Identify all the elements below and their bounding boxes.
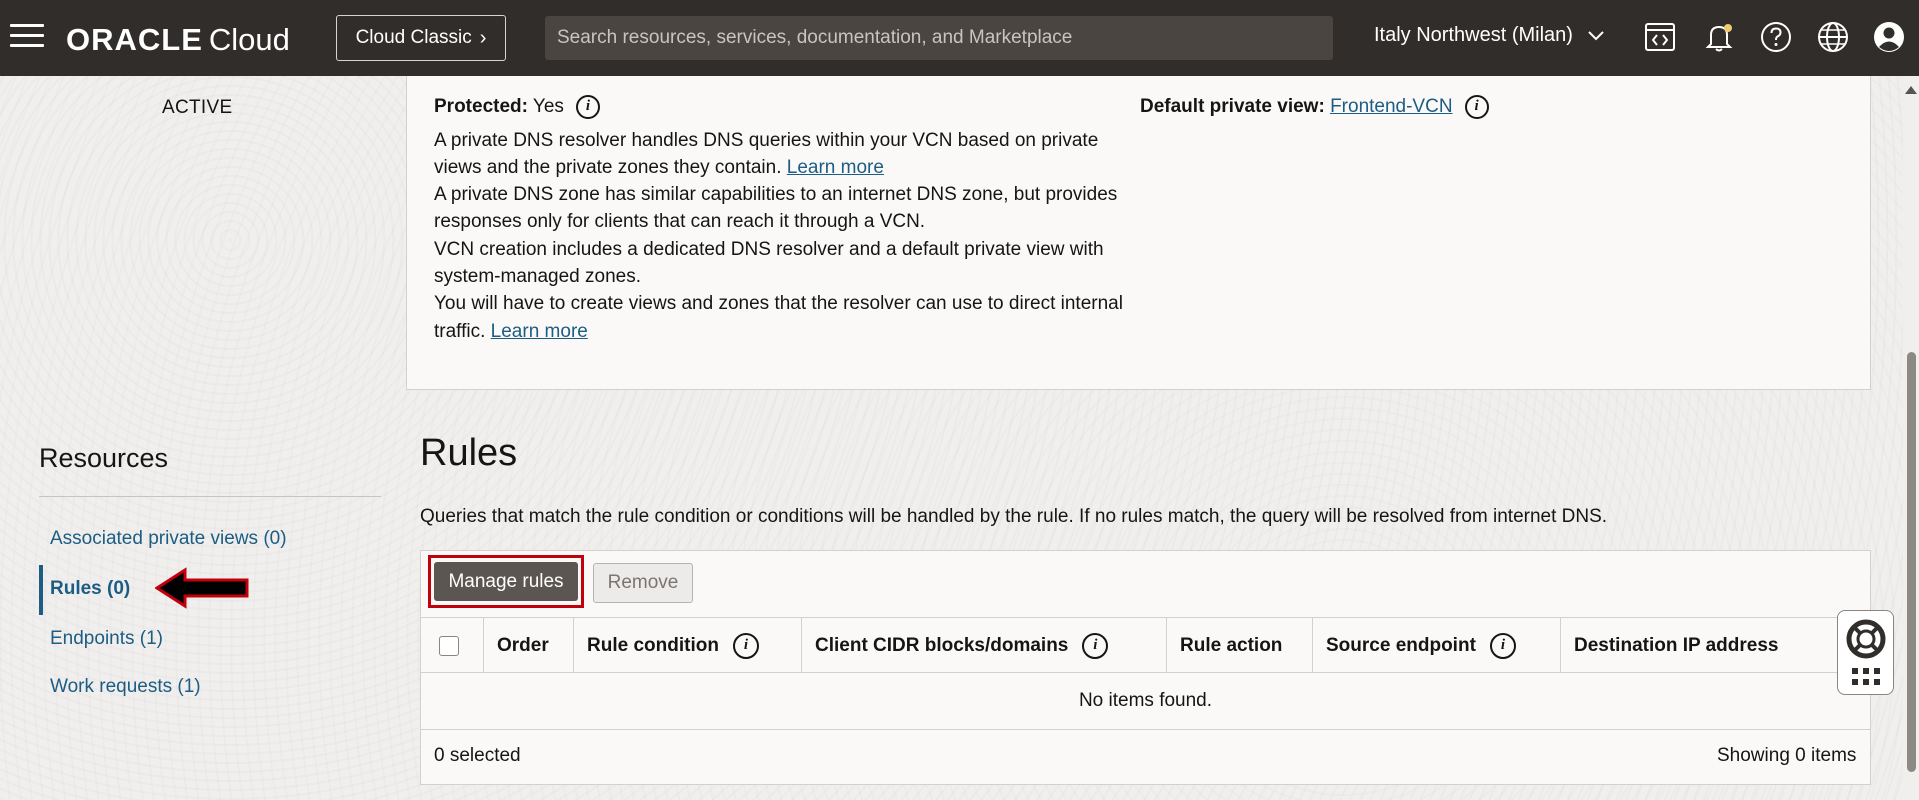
column-label: Order — [497, 634, 549, 656]
developer-tools-icon[interactable] — [1643, 20, 1677, 54]
top-navigation-bar: ORACLECloud Cloud Classic › Italy Northw… — [0, 0, 1919, 76]
notifications-bell-icon[interactable] — [1702, 20, 1736, 54]
default-view-info-icon[interactable]: i — [1464, 94, 1489, 119]
resource-link-rules[interactable]: Rules (0) — [50, 578, 130, 600]
column-header-order[interactable]: Order — [483, 618, 549, 673]
info-text-line: system-managed zones. — [434, 266, 641, 287]
column-header-rule-condition[interactable]: Rule condition i — [573, 618, 759, 673]
protected-value: Yes — [532, 96, 564, 117]
cloud-classic-button[interactable]: Cloud Classic › — [336, 15, 506, 61]
user-profile-avatar-icon[interactable] — [1872, 20, 1906, 54]
column-label: Destination IP address — [1574, 634, 1779, 656]
protected-info-icon[interactable]: i — [575, 94, 600, 119]
info-text-line: You will have to create views and zones … — [434, 293, 1123, 314]
protected-field: Protected: Yes i — [434, 93, 600, 120]
language-globe-icon[interactable] — [1816, 20, 1850, 54]
help-widget[interactable] — [1837, 610, 1894, 695]
help-question-icon[interactable] — [1759, 20, 1793, 54]
column-label: Client CIDR blocks/domains — [815, 634, 1069, 656]
default-view-link[interactable]: Frontend-VCN — [1330, 96, 1453, 117]
rule-condition-info-icon[interactable]: i — [732, 632, 759, 659]
info-text: views and the private zones they contain… — [434, 157, 782, 178]
column-header-source-endpoint[interactable]: Source endpoint i — [1312, 618, 1516, 673]
selected-count: 0 selected — [434, 745, 521, 766]
info-text-line: VCN creation includes a dedicated DNS re… — [434, 239, 1104, 260]
hamburger-menu-icon[interactable] — [10, 24, 44, 48]
column-label: Rule condition — [587, 634, 719, 656]
chevron-down-icon — [1587, 31, 1604, 41]
remove-button: Remove — [593, 563, 693, 603]
info-text-line: traffic. Learn more — [434, 318, 588, 345]
info-text-line: A private DNS resolver handles DNS queri… — [434, 130, 1099, 151]
info-text: traffic. — [434, 321, 486, 342]
oracle-cloud-logo[interactable]: ORACLE Cloud — [66, 22, 290, 58]
rules-description: Queries that match the rule condition or… — [420, 506, 1608, 527]
select-all-checkbox[interactable] — [439, 636, 459, 656]
cloud-classic-label: Cloud Classic — [355, 27, 472, 48]
default-view-label: Default private view: — [1140, 96, 1325, 117]
protected-label: Protected: — [434, 96, 528, 117]
resource-link-endpoints[interactable]: Endpoints (1) — [50, 628, 163, 650]
resource-link-associated-private-views[interactable]: Associated private views (0) — [50, 528, 287, 550]
column-label: Rule action — [1180, 634, 1283, 656]
resource-link-work-requests[interactable]: Work requests (1) — [50, 676, 201, 698]
brand-name: ORACLE — [66, 22, 203, 57]
source-endpoint-info-icon[interactable]: i — [1489, 632, 1516, 659]
default-private-view-field: Default private view: Frontend-VCN i — [1140, 93, 1489, 120]
column-header-client-cidr[interactable]: Client CIDR blocks/domains i — [801, 618, 1109, 673]
info-text-line: A private DNS zone has similar capabilit… — [434, 184, 1118, 205]
learn-more-link[interactable]: Learn more — [491, 321, 588, 342]
info-text-line: responses only for clients that can reac… — [434, 211, 926, 232]
info-text-line: views and the private zones they contain… — [434, 154, 884, 181]
region-selector[interactable]: Italy Northwest (Milan) — [1374, 24, 1605, 47]
resources-divider — [39, 496, 381, 497]
manage-rules-button[interactable]: Manage rules — [434, 562, 578, 601]
search-input[interactable] — [545, 16, 1333, 60]
client-cidr-info-icon[interactable]: i — [1082, 632, 1109, 659]
callout-arrow-icon — [155, 567, 249, 609]
resources-heading: Resources — [39, 443, 169, 473]
page-scrollbar-thumb[interactable] — [1907, 352, 1916, 772]
lifebuoy-icon — [1846, 619, 1886, 685]
column-header-destination-ip[interactable]: Destination IP address — [1560, 618, 1779, 673]
learn-more-link[interactable]: Learn more — [787, 157, 884, 178]
resolver-status: ACTIVE — [162, 97, 233, 118]
scroll-up-arrow-icon[interactable] — [1905, 86, 1917, 94]
active-item-indicator — [39, 565, 43, 615]
rules-table-header: Order Rule condition i Client CIDR blocks… — [420, 617, 1871, 673]
chevron-right-icon: › — [479, 26, 487, 49]
rules-heading: Rules — [420, 432, 518, 474]
table-footer-divider — [420, 729, 1871, 730]
product-name: Cloud — [208, 22, 290, 57]
empty-table-message: No items found. — [1078, 690, 1213, 711]
column-header-rule-action[interactable]: Rule action — [1166, 618, 1282, 673]
showing-count: Showing 0 items — [1717, 745, 1857, 766]
region-label: Italy Northwest (Milan) — [1374, 24, 1573, 46]
column-label: Source endpoint — [1326, 634, 1476, 656]
